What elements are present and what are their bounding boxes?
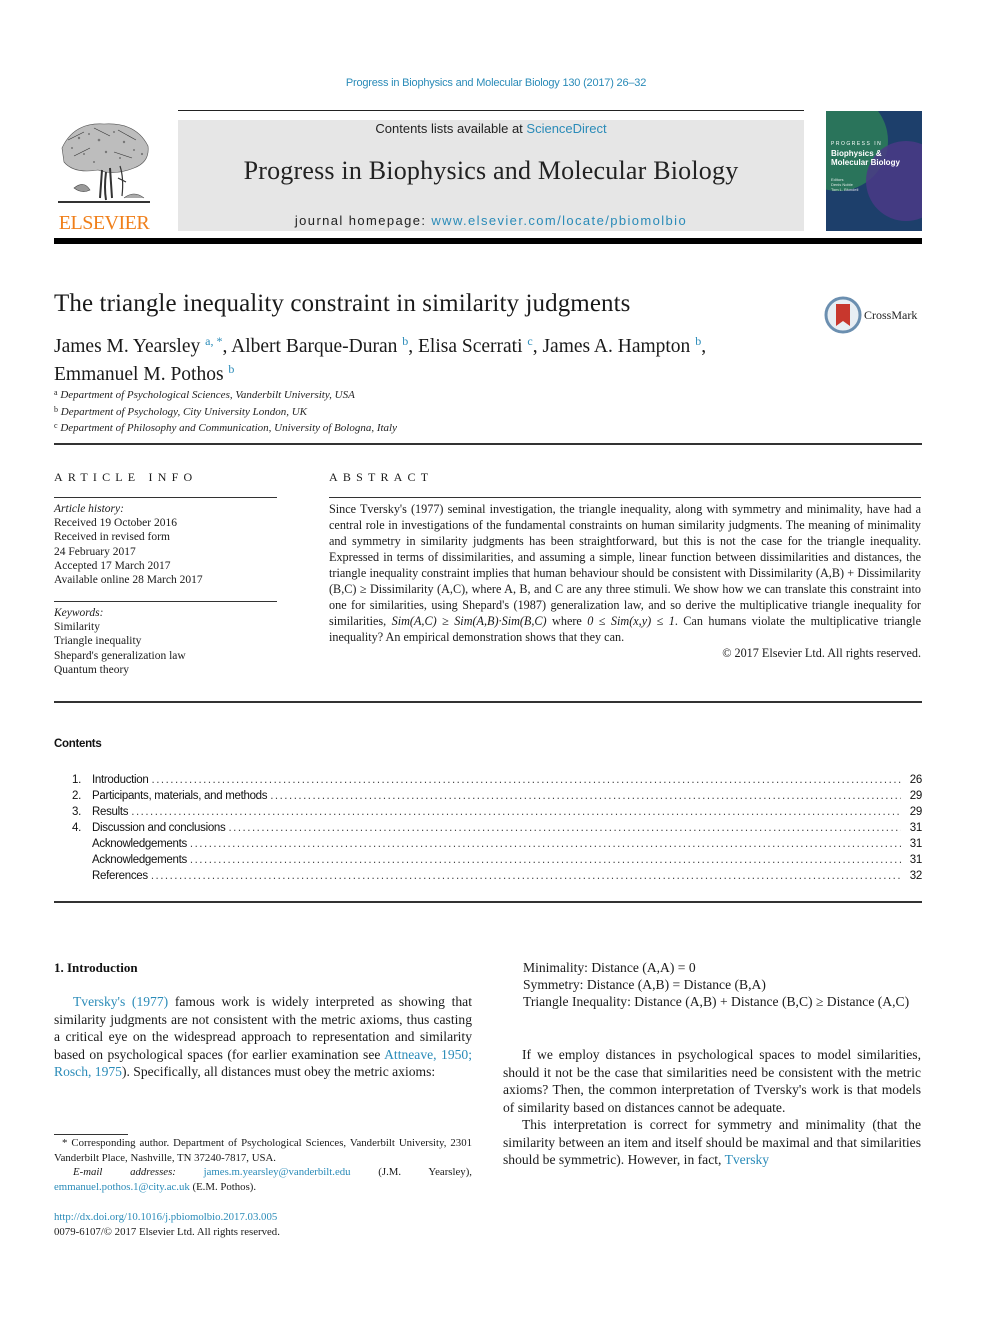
journal-cover-image[interactable]: PROGRESS IN Biophysics & Molecular Biolo… <box>826 111 922 231</box>
affiliation: c Department of Philosophy and Communica… <box>54 421 397 434</box>
author[interactable]: James M. Yearsley a, * <box>54 334 222 357</box>
email-addresses: E-mail addresses: james.m.yearsley@vande… <box>54 1166 472 1193</box>
contents-available-line: Contents lists available at ScienceDirec… <box>375 121 607 136</box>
corresponding-author-note: * Corresponding author. Department of Ps… <box>54 1137 472 1164</box>
cover-editors: Editors Denis Noble Tom L. Blundell <box>831 177 859 192</box>
author[interactable]: James A. Hampton b <box>542 334 701 357</box>
contents-heading: Contents <box>54 738 102 750</box>
toc-leader: ........................................… <box>189 838 901 850</box>
intro-paragraph-2: If we employ distances in psychological … <box>503 1047 921 1167</box>
keyword: Quantum theory <box>54 663 130 676</box>
toc-item[interactable]: 2. Participants, materials, and methods..… <box>54 788 922 804</box>
toc-leader: ........................................… <box>151 774 902 786</box>
footnote-rule <box>54 1134 128 1135</box>
doi-block: http://dx.doi.org/10.1016/j.pbiomolbio.2… <box>54 1210 280 1239</box>
running-head[interactable]: Progress in Biophysics and Molecular Bio… <box>0 77 992 89</box>
metric-axioms: Minimality: Distance (A,A) = 0 Symmetry:… <box>523 959 921 1011</box>
doi-link[interactable]: http://dx.doi.org/10.1016/j.pbiomolbio.2… <box>54 1210 280 1225</box>
author[interactable]: Elisa Scerrati c <box>418 334 533 357</box>
crossmark-label: CrossMark <box>864 308 918 322</box>
elsevier-wordmark: ELSEVIER <box>58 212 150 234</box>
keywords-rule <box>54 601 277 602</box>
author-list: James M. Yearsley a, *, Albert Barque-Du… <box>54 334 707 385</box>
keyword: Similarity <box>54 621 100 634</box>
sciencedirect-link[interactable]: ScienceDirect <box>526 121 606 136</box>
toc-leader: ........................................… <box>131 806 901 818</box>
axiom: Symmetry: Distance (A,B) = Distance (B,A… <box>523 977 766 993</box>
author[interactable]: Emmanuel M. Pothos b <box>54 362 234 385</box>
elsevier-logo[interactable]: ELSEVIER <box>52 118 156 236</box>
header-thick-rule <box>54 238 922 244</box>
author-affiliation-marker[interactable]: a, * <box>205 334 222 348</box>
abstract-bottom-rule <box>54 701 922 703</box>
journal-citation-link[interactable]: Progress in Biophysics and Molecular Bio… <box>346 77 646 89</box>
intro-paragraph-1: Tversky's (1977) famous work is widely i… <box>54 994 472 1079</box>
issn-copyright: 0079-6107/© 2017 Elsevier Ltd. All right… <box>54 1225 280 1238</box>
axiom: Minimality: Distance (A,A) = 0 <box>523 960 696 975</box>
toc-leader: ........................................… <box>270 790 901 802</box>
footnote: * Corresponding author. Department of Ps… <box>54 1136 472 1194</box>
toc-leader: ........................................… <box>189 854 901 866</box>
toc-item[interactable]: References..............................… <box>54 868 922 884</box>
journal-homepage-line: journal homepage: www.elsevier.com/locat… <box>294 213 688 228</box>
article-info-rule <box>54 497 277 498</box>
abstract-body: Since Tversky's (1977) seminal investiga… <box>329 501 921 661</box>
history-item: Available online 28 March 2017 <box>54 574 203 587</box>
journal-title: Progress in Biophysics and Molecular Bio… <box>243 156 739 185</box>
table-of-contents: 1. Introduction..........................… <box>54 772 922 884</box>
toc-leader: ........................................… <box>150 870 901 882</box>
article-title: The triangle inequality constraint in si… <box>54 290 631 317</box>
author-affiliation-marker[interactable]: b <box>228 362 234 376</box>
citation-link[interactable]: Tversky's (1977) <box>73 994 168 1009</box>
crossmark-button[interactable]: CrossMark <box>824 296 924 336</box>
article-info-heading: ARTICLE INFO <box>54 470 198 484</box>
citation-link[interactable]: Tversky <box>725 1152 770 1167</box>
toc-item[interactable]: 4. Discussion and conclusions............… <box>54 820 922 836</box>
cover-line1: PROGRESS IN <box>831 141 883 147</box>
article-history: Article history: Received 19 October 201… <box>54 503 203 587</box>
affiliation: b Department of Psychology, City Univers… <box>54 404 307 418</box>
title-block-rule <box>54 443 922 445</box>
math-inequality: Sim(A,C) ≥ Sim(A,B)·Sim(B,C) <box>391 614 547 628</box>
author[interactable]: Albert Barque-Duran b <box>231 334 408 357</box>
history-item: Received 19 October 2016 <box>54 517 177 530</box>
crossmark-icon <box>824 296 862 334</box>
journal-homepage-link[interactable]: www.elsevier.com/locate/pbiomolbio <box>431 213 687 228</box>
abstract-rule <box>329 497 921 498</box>
abstract-copyright: © 2017 Elsevier Ltd. All rights reserved… <box>722 646 921 660</box>
top-rule <box>178 110 804 111</box>
toc-item[interactable]: 3. Results...............................… <box>54 804 922 820</box>
keyword: Triangle inequality <box>54 635 142 648</box>
history-item: Accepted 17 March 2017 <box>54 559 171 572</box>
keyword: Shepard's generalization law <box>54 649 186 662</box>
history-item: Received in revised form <box>54 531 170 544</box>
toc-item[interactable]: Acknowledgements........................… <box>54 852 922 868</box>
history-item: 24 February 2017 <box>54 545 136 558</box>
cover-title: Biophysics & Molecular Biology <box>831 149 900 167</box>
affiliation: a Department of Psychological Sciences, … <box>54 388 355 401</box>
email-link[interactable]: james.m.yearsley@vanderbilt.edu <box>204 1166 351 1178</box>
affiliations: a Department of Psychological Sciences, … <box>54 386 397 436</box>
axiom: Triangle Inequality: Distance (A,B) + Di… <box>523 994 910 1010</box>
contents-bottom-rule <box>54 901 922 903</box>
math-range: 0 ≤ Sim(x,y) ≤ 1 <box>587 614 675 628</box>
toc-leader: ........................................… <box>228 822 901 834</box>
toc-item[interactable]: 1. Introduction..........................… <box>54 772 922 788</box>
toc-item[interactable]: Acknowledgements........................… <box>54 836 922 852</box>
abstract-heading: ABSTRACT <box>329 470 434 484</box>
journal-masthead: Contents lists available at ScienceDirec… <box>178 120 804 231</box>
keywords: Keywords: Similarity Triangle inequality… <box>54 607 186 676</box>
abstract-text: Since Tversky's (1977) seminal investiga… <box>329 502 921 644</box>
section-heading-introduction: 1. Introduction <box>54 960 138 975</box>
elsevier-tree-icon <box>58 123 150 203</box>
email-link[interactable]: emmanuel.pothos.1@city.ac.uk <box>54 1181 190 1193</box>
